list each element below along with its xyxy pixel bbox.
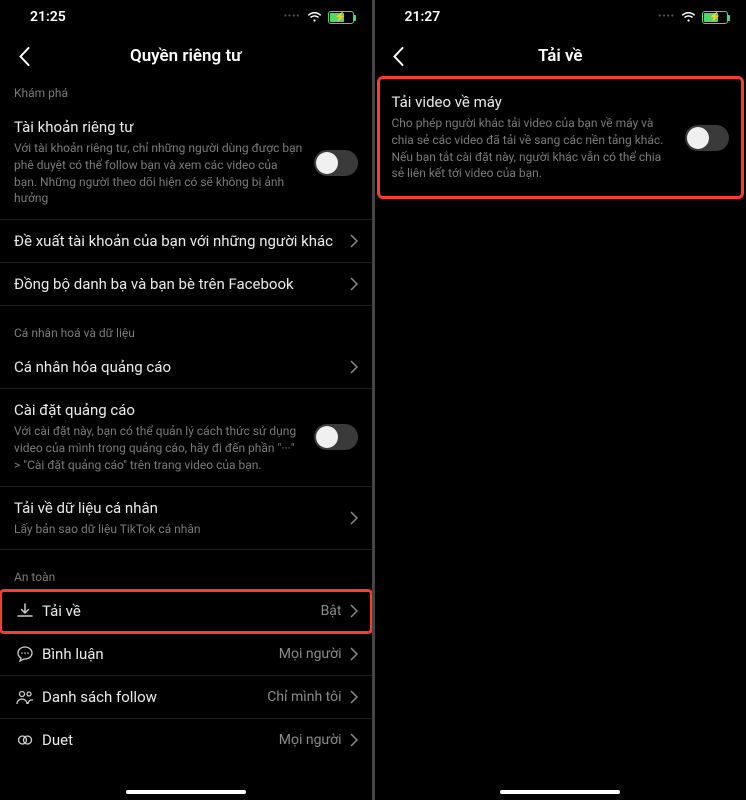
- battery-icon: ⚡: [702, 11, 728, 24]
- section-header-discovery: Khám phá: [0, 76, 372, 106]
- row-desc: Với cài đặt này, bạn có thể quản lý cách…: [14, 423, 304, 473]
- row-value: Mọi người: [279, 646, 342, 662]
- page-title: Quyền riêng tư: [0, 46, 372, 66]
- battery-icon: ⚡: [328, 11, 354, 24]
- status-time: 21:25: [30, 9, 66, 25]
- home-indicator[interactable]: [126, 790, 246, 794]
- row-desc: Với tài khoản riêng tư, chỉ những người …: [14, 140, 304, 207]
- row-label: Tài khoản riêng tư: [14, 118, 304, 136]
- row-label: Bình luận: [42, 645, 104, 663]
- cellular-dots-icon: ••••: [658, 12, 675, 22]
- toggle-download-video[interactable]: [685, 125, 729, 151]
- chevron-left-icon: [19, 47, 30, 66]
- content-scroll[interactable]: Tải video về máy Cho phép người khác tải…: [375, 76, 746, 800]
- row-desc: Cho phép người khác tải video của bạn về…: [392, 115, 676, 182]
- chevron-right-icon: [350, 690, 358, 704]
- status-bar: 21:25 •••• ⚡: [0, 0, 372, 34]
- page-header: Quyền riêng tư: [0, 34, 372, 76]
- chevron-right-icon: [350, 234, 358, 248]
- status-right: •••• ⚡: [658, 11, 728, 24]
- highlight-download-video: Tải video về máy Cho phép người khác tải…: [377, 76, 745, 199]
- row-label: Đề xuất tài khoản của bạn với những ngườ…: [14, 232, 333, 250]
- phone-screen-privacy: 21:25 •••• ⚡ Quyền riêng tư Khám phá Tài…: [0, 0, 372, 800]
- chevron-right-icon: [350, 604, 358, 618]
- comment-icon: [14, 645, 36, 663]
- row-label: Cá nhân hóa quảng cáo: [14, 358, 171, 376]
- row-label: Duet: [42, 731, 73, 749]
- chevron-right-icon: [350, 360, 358, 374]
- download-icon: [14, 602, 36, 620]
- row-download-video[interactable]: Tải video về máy Cho phép người khác tải…: [380, 79, 742, 196]
- row-ad-settings[interactable]: Cài đặt quảng cáo Với cài đặt này, bạn c…: [0, 389, 372, 486]
- section-header-safety: An toàn: [0, 550, 372, 590]
- wifi-icon: [307, 12, 322, 23]
- row-label: Tải về: [42, 602, 81, 620]
- chevron-right-icon: [350, 647, 358, 661]
- status-bar: 21:27 •••• ⚡: [375, 0, 746, 34]
- row-ad-personalization[interactable]: Cá nhân hóa quảng cáo: [0, 346, 372, 389]
- duet-icon: [14, 731, 36, 749]
- row-private-account[interactable]: Tài khoản riêng tư Với tài khoản riêng t…: [0, 106, 372, 220]
- content-scroll[interactable]: Khám phá Tài khoản riêng tư Với tài khoả…: [0, 76, 372, 800]
- row-label: Tải video về máy: [392, 93, 676, 111]
- people-icon: [14, 688, 36, 706]
- back-button[interactable]: [389, 46, 409, 66]
- back-button[interactable]: [14, 46, 34, 66]
- chevron-left-icon: [393, 47, 404, 66]
- page-header: Tải về: [375, 34, 746, 76]
- section-header-personal: Cá nhân hoá và dữ liệu: [0, 306, 372, 346]
- status-time: 21:27: [405, 9, 441, 25]
- cellular-dots-icon: ••••: [284, 12, 301, 22]
- row-label: Đồng bộ danh bạ và bạn bè trên Facebook: [14, 275, 294, 293]
- page-title: Tải về: [375, 46, 746, 66]
- row-label: Danh sách follow: [42, 688, 157, 706]
- row-suggest-account[interactable]: Đề xuất tài khoản của bạn với những ngườ…: [0, 220, 372, 263]
- row-duet[interactable]: Duet Mọi người: [0, 719, 372, 761]
- row-sync-contacts[interactable]: Đồng bộ danh bạ và bạn bè trên Facebook: [0, 263, 372, 306]
- status-right: •••• ⚡: [284, 11, 354, 24]
- chevron-right-icon: [350, 733, 358, 747]
- row-label: Tải về dữ liệu cá nhân: [14, 499, 340, 517]
- row-comments[interactable]: Bình luận Mọi người: [0, 633, 372, 676]
- row-downloads[interactable]: Tải về Bật: [0, 590, 372, 633]
- row-value: Mọi người: [279, 732, 342, 748]
- row-desc: Lấy bản sao dữ liệu TikTok cá nhân: [14, 521, 340, 538]
- toggle-ad-settings[interactable]: [314, 424, 358, 450]
- toggle-private-account[interactable]: [314, 150, 358, 176]
- row-value: Bật: [321, 603, 342, 619]
- phone-screen-downloads: 21:27 •••• ⚡ Tải về Tải video về máy Cho…: [375, 0, 746, 800]
- row-download-data[interactable]: Tải về dữ liệu cá nhân Lấy bản sao dữ li…: [0, 487, 372, 551]
- chevron-right-icon: [350, 511, 358, 525]
- wifi-icon: [681, 12, 696, 23]
- row-label: Cài đặt quảng cáo: [14, 401, 304, 419]
- row-value: Chỉ mình tôi: [267, 689, 341, 705]
- home-indicator[interactable]: [500, 790, 620, 794]
- row-follow-list[interactable]: Danh sách follow Chỉ mình tôi: [0, 676, 372, 719]
- chevron-right-icon: [350, 277, 358, 291]
